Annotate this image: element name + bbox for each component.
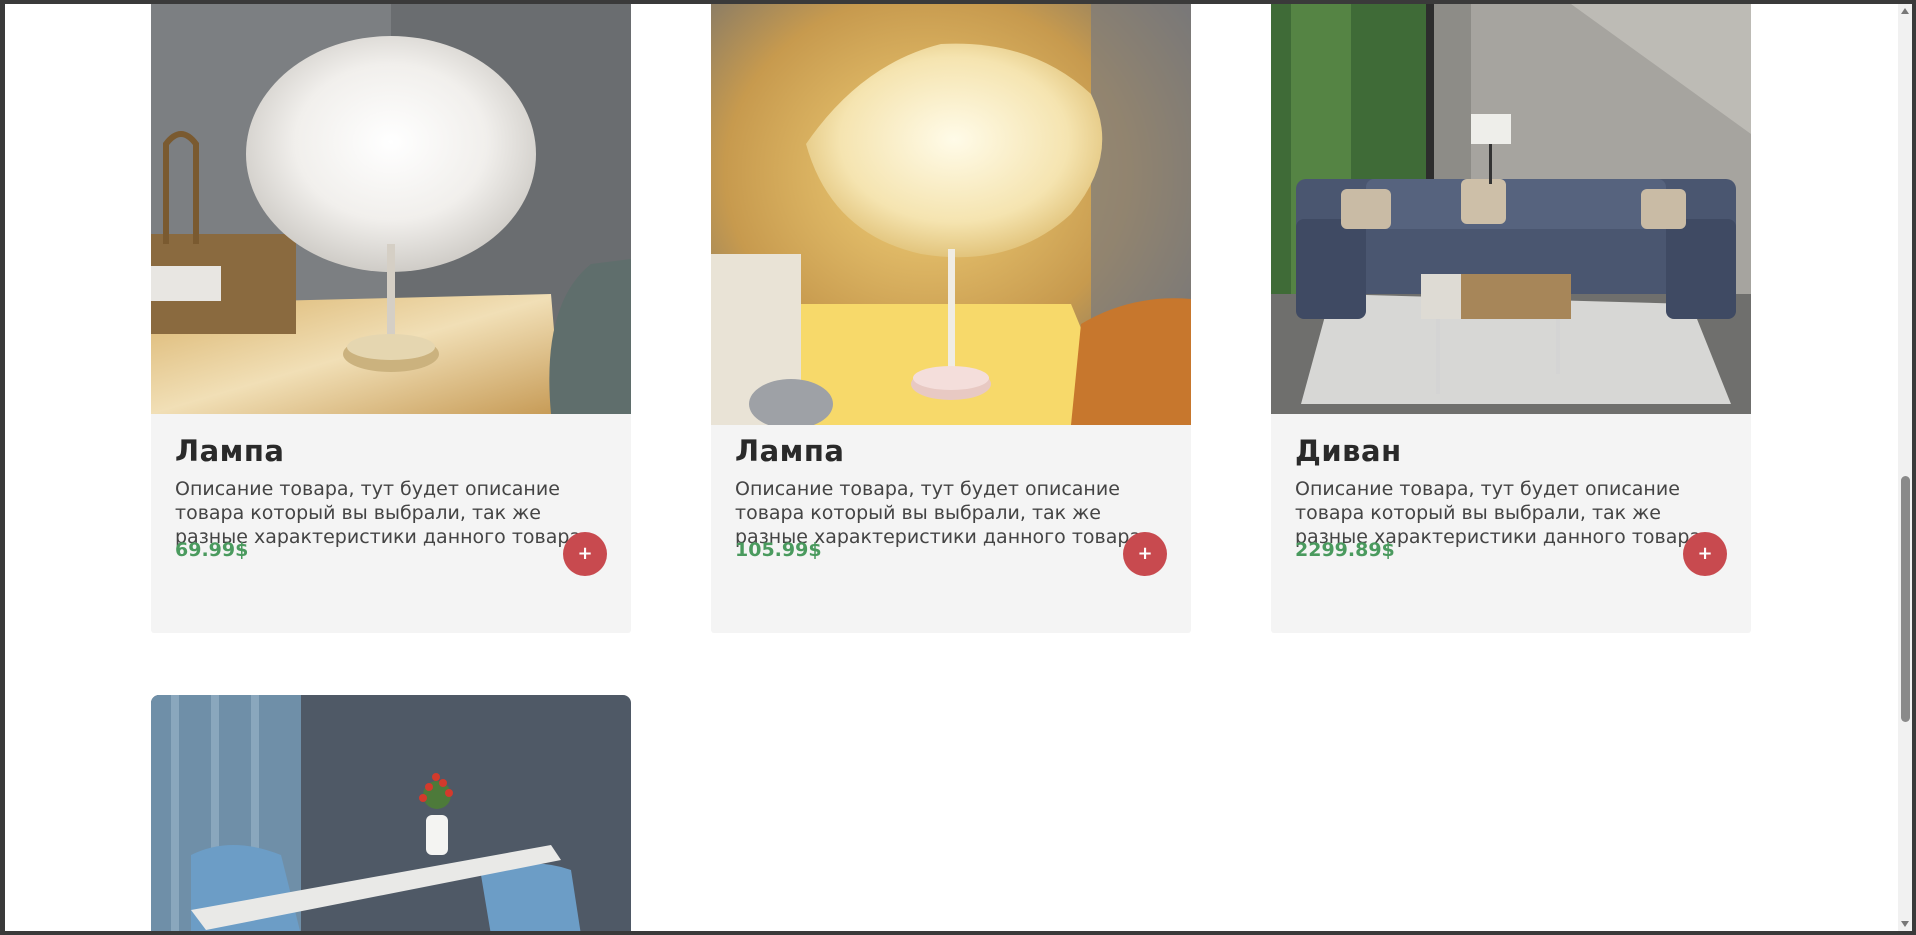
product-image-sofa[interactable]: [1271, 4, 1751, 414]
product-image-lamp-warm[interactable]: [711, 4, 1191, 425]
product-grid: Лампа Описание товара, тут будет описани…: [5, 4, 1899, 931]
add-to-cart-button[interactable]: +: [1683, 532, 1727, 576]
plus-icon: +: [1137, 543, 1153, 564]
product-card: Диван Описание товара, тут будет описани…: [1271, 4, 1751, 633]
product-card: Лампа Описание товара, тут будет описани…: [711, 4, 1191, 633]
add-to-cart-button[interactable]: +: [1123, 532, 1167, 576]
product-card: [151, 695, 631, 931]
add-to-cart-button[interactable]: +: [563, 532, 607, 576]
product-title: Лампа: [175, 434, 285, 468]
product-card: Лампа Описание товара, тут будет описани…: [151, 4, 631, 633]
product-title: Лампа: [735, 434, 845, 468]
product-title: Диван: [1295, 434, 1402, 468]
plus-icon: +: [1697, 543, 1713, 564]
scrollbar-thumb[interactable]: [1901, 476, 1910, 722]
product-price: 69.99$: [175, 539, 249, 561]
page-scrollbar[interactable]: [1898, 4, 1912, 931]
scroll-down-icon[interactable]: [1901, 921, 1909, 927]
product-image-table[interactable]: [151, 695, 631, 931]
product-image-lamp-white[interactable]: [151, 4, 631, 414]
plus-icon: +: [577, 543, 593, 564]
scroll-up-icon[interactable]: [1901, 8, 1909, 14]
product-price: 105.99$: [735, 539, 822, 561]
product-price: 2299.89$: [1295, 539, 1395, 561]
